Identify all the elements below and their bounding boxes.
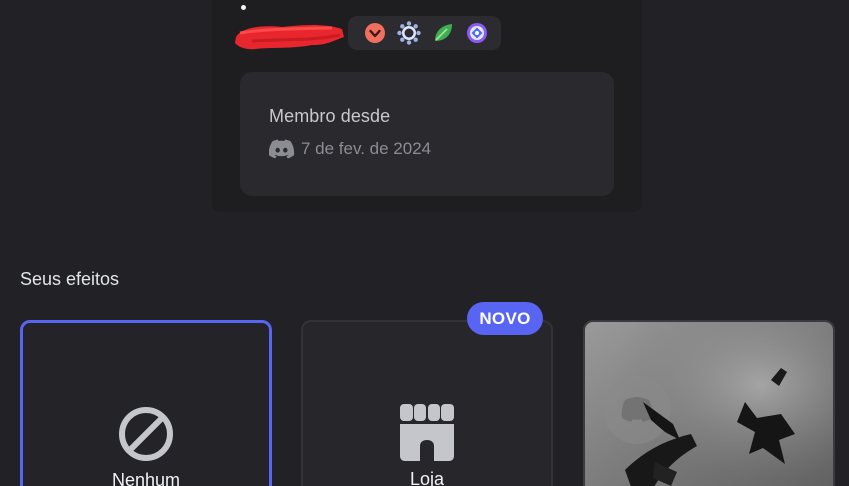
member-since-date: 7 de fev. de 2024 [301,139,432,158]
effects-section-title: Seus efeitos [20,269,120,289]
discord-logo-icon [269,139,295,159]
shop-icon [400,404,454,461]
effect-tile-shop-label: Loja [409,469,445,486]
server-booster-badge-icon[interactable] [397,21,421,45]
member-since-row: 7 de fev. de 2024 [269,139,431,159]
member-since-section: Membro desde 7 de fev. de 2024 [240,72,614,196]
badge-list [348,16,501,50]
new-badge: NOVO [467,302,543,335]
quest-badge-icon[interactable] [465,21,489,45]
effect-preview-image [585,322,833,486]
effect-tile-preview[interactable] [583,320,835,486]
effect-tile-shop[interactable]: Loja [301,320,553,486]
profile-effects-screen: Membro desde 7 de fev. de 2024 Seus efei… [0,0,849,486]
status-dot [241,5,246,10]
member-since-title: Membro desde [269,106,391,126]
leaf-badge-icon[interactable] [431,21,455,45]
profile-preview-card: Membro desde 7 de fev. de 2024 [212,0,642,212]
redacted-username [235,25,344,50]
nitro-boost-badge-icon[interactable] [363,21,387,45]
effect-tile-none-label: Nenhum [111,470,181,486]
none-icon [119,407,173,461]
effect-tile-none[interactable]: Nenhum [20,320,272,486]
